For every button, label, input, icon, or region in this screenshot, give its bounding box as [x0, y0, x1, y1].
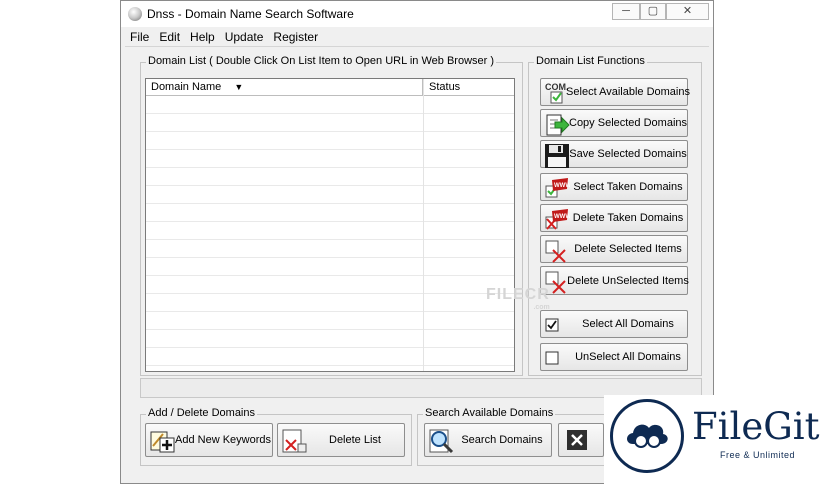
menu-bar: File Edit Help Update Register	[125, 28, 709, 47]
svg-text:COM.: COM.	[545, 82, 569, 92]
checked-box-icon	[545, 318, 559, 332]
select-available-domains-label: Select Available Domains	[566, 86, 690, 98]
column-domain-name[interactable]: Domain Name ▼	[146, 79, 423, 95]
copy-selected-domains-button[interactable]: Copy Selected Domains	[540, 109, 688, 137]
add-new-keywords-label: Add New Keywords	[175, 434, 271, 446]
sort-down-icon: ▼	[234, 82, 244, 92]
www-delete-icon: WWW	[545, 209, 570, 230]
filegit-badge: FileGit Free & Unlimited	[604, 395, 836, 484]
unselect-all-domains-label: UnSelect All Domains	[575, 351, 681, 363]
column-divider	[423, 79, 424, 371]
filegit-logo	[610, 399, 684, 473]
floppy-disk-icon	[545, 144, 569, 168]
menu-edit[interactable]: Edit	[154, 28, 185, 46]
delete-taken-domains-button[interactable]: WWW Delete Taken Domains	[540, 204, 688, 232]
stop-search-button[interactable]	[558, 423, 604, 457]
add-new-keywords-button[interactable]: Add New Keywords	[145, 423, 273, 457]
delete-taken-domains-label: Delete Taken Domains	[572, 212, 684, 224]
delete-list-label: Delete List	[329, 434, 381, 446]
delete-unselected-items-label: Delete UnSelected Items	[567, 274, 689, 287]
domain-list-group-label: Domain List ( Double Click On List Item …	[146, 55, 497, 67]
checkbox-delete-icon	[545, 240, 566, 263]
unselect-all-domains-button[interactable]: UnSelect All Domains	[540, 343, 688, 371]
list-rows[interactable]	[146, 96, 514, 371]
save-selected-domains-button[interactable]: Save Selected Domains	[540, 140, 688, 168]
menu-update[interactable]: Update	[220, 28, 269, 46]
column-domain-name-label: Domain Name	[151, 81, 222, 93]
minimize-button[interactable]: ─	[612, 3, 640, 20]
badge-name: FileGit	[692, 405, 820, 448]
select-all-domains-label: Select All Domains	[582, 318, 674, 330]
menu-help[interactable]: Help	[185, 28, 220, 46]
domain-list[interactable]: Domain Name ▼ Status	[145, 78, 515, 372]
delete-list-button[interactable]: Delete List	[277, 423, 405, 457]
copy-arrow-icon	[546, 114, 570, 136]
add-delete-group-label: Add / Delete Domains	[146, 407, 257, 419]
list-header: Domain Name ▼ Status	[146, 79, 514, 96]
delete-unselected-items-button[interactable]: Delete UnSelected Items	[540, 266, 689, 295]
window-title: Dnss - Domain Name Search Software	[147, 7, 354, 21]
save-selected-domains-label: Save Selected Domains	[569, 148, 687, 160]
filecr-watermark: FILECR .com	[486, 286, 550, 311]
maximize-button[interactable]: ▢	[640, 3, 666, 20]
cloud-glasses-icon	[627, 424, 668, 448]
select-taken-domains-button[interactable]: WWW Select Taken Domains	[540, 173, 688, 201]
column-status[interactable]: Status	[424, 79, 514, 95]
select-taken-domains-label: Select Taken Domains	[573, 181, 683, 193]
column-status-label: Status	[429, 81, 461, 93]
app-globe-icon	[128, 7, 142, 21]
menu-register[interactable]: Register	[268, 28, 323, 46]
www-check-icon: WWW	[545, 178, 570, 198]
search-group-label: Search Available Domains	[423, 407, 556, 419]
close-button[interactable]: ✕	[666, 3, 709, 20]
delete-selected-items-button[interactable]: Delete Selected Items	[540, 235, 688, 263]
watermark-text: FILECR	[486, 286, 550, 303]
delete-list-icon	[282, 429, 307, 453]
stop-x-icon	[567, 430, 587, 450]
search-domains-button[interactable]: Search Domains	[424, 423, 552, 457]
add-note-icon	[150, 431, 175, 453]
badge-tagline: Free & Unlimited	[720, 450, 796, 460]
empty-box-icon	[545, 351, 559, 365]
select-available-domains-button[interactable]: COM. Select Available Domains	[540, 78, 690, 106]
delete-selected-items-label: Delete Selected Items	[574, 243, 682, 255]
svg-text:WWW: WWW	[554, 214, 570, 220]
title-bar[interactable]: Dnss - Domain Name Search Software ─ ▢ ✕	[121, 1, 713, 27]
functions-group-label: Domain List Functions	[534, 55, 647, 67]
svg-text:WWW: WWW	[554, 183, 570, 189]
copy-selected-domains-label: Copy Selected Domains	[569, 117, 688, 129]
search-domains-label: Search Domains	[461, 434, 543, 446]
magnifier-icon	[429, 429, 454, 454]
select-all-domains-button[interactable]: Select All Domains	[540, 310, 688, 338]
menu-file[interactable]: File	[125, 28, 154, 46]
watermark-sub: .com	[533, 304, 550, 311]
